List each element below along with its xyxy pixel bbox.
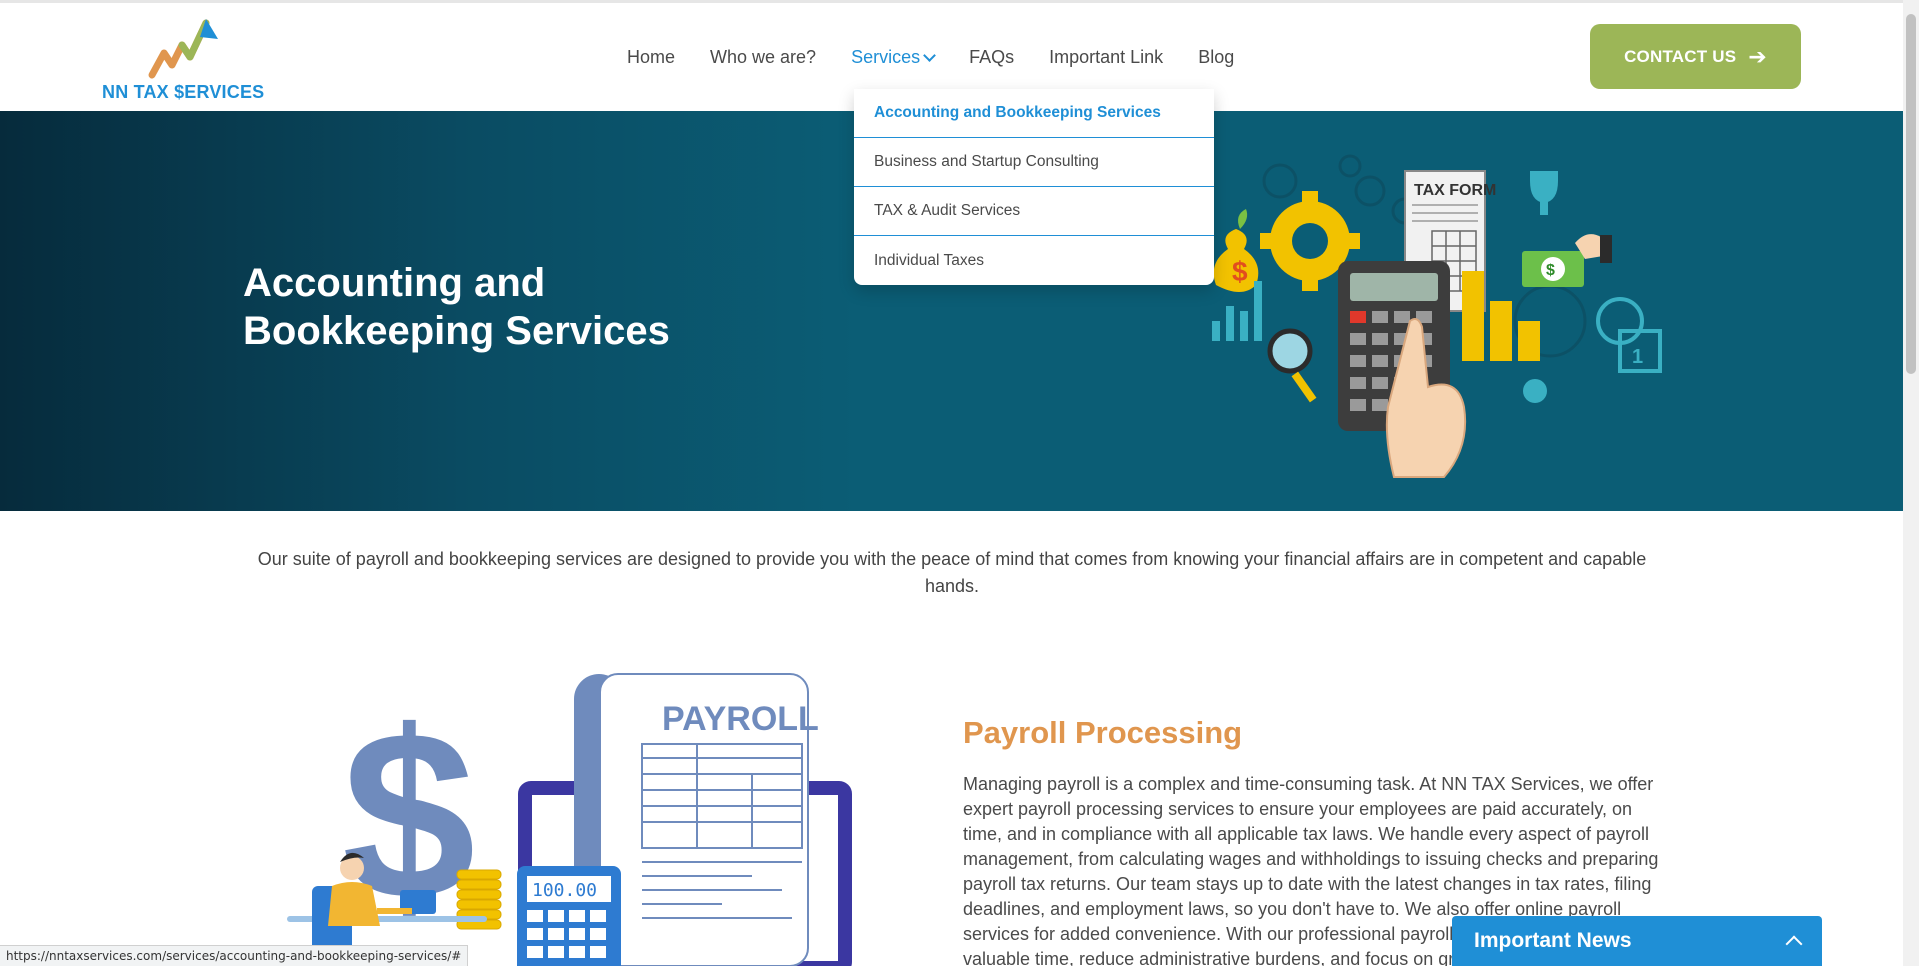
payroll-title: Payroll Processing [963,715,1243,750]
dropdown-item-business-consulting[interactable]: Business and Startup Consulting [854,138,1214,187]
contact-us-label: CONTACT US [1624,46,1737,66]
arrow-right-icon: ➔ [1748,43,1767,69]
svg-text:$: $ [1546,262,1555,279]
tax-form-label: TAX FORM [1414,182,1496,199]
important-news-bar[interactable]: Important News [1452,916,1822,966]
page-scrollbar[interactable] [1903,0,1919,966]
nav-services[interactable]: Services [851,47,936,68]
contact-us-button[interactable]: CONTACT US ➔ [1590,24,1801,89]
dropdown-item-individual-taxes[interactable]: Individual Taxes [854,236,1214,285]
services-dropdown: Accounting and Bookkeeping Services Busi… [854,89,1214,285]
nav-blog[interactable]: Blog [1198,47,1234,68]
chevron-up-icon[interactable] [1785,935,1803,953]
page-title: Accounting and Bookkeeping Services [243,261,670,353]
site-logo[interactable]: NN TAX $ERVICES [102,17,272,103]
dropdown-item-accounting[interactable]: Accounting and Bookkeeping Services [854,89,1214,138]
nav-who-we-are[interactable]: Who we are? [710,47,816,68]
main-nav: Home Who we are? Services FAQs Important… [627,47,1269,68]
chevron-down-icon [923,48,936,62]
svg-text:$: $ [1232,256,1248,287]
intro-text: Our suite of payroll and bookkeeping ser… [257,549,1647,596]
svg-text:1: 1 [1632,346,1643,368]
nav-services-label: Services [851,47,921,67]
logo-text: NN TAX $ERVICES [102,82,265,102]
payroll-illustration: $ PAYROLL 100.00 [287,673,852,966]
accounting-illustration: $ TAX FORM $ 1 [1212,154,1662,478]
payroll-illus-label: PAYROLL [662,700,819,738]
status-url: https://nntaxservices.com/services/accou… [0,945,469,966]
important-news-label: Important News [1474,929,1632,952]
nav-important-link[interactable]: Important Link [1049,47,1163,68]
nav-faqs[interactable]: FAQs [969,47,1014,68]
dropdown-item-tax-audit[interactable]: TAX & Audit Services [854,187,1214,236]
payroll-calc-display: 100.00 [532,880,597,901]
logo-chart-icon [148,19,218,79]
scrollbar-thumb[interactable] [1906,14,1916,374]
nav-home[interactable]: Home [627,47,675,68]
